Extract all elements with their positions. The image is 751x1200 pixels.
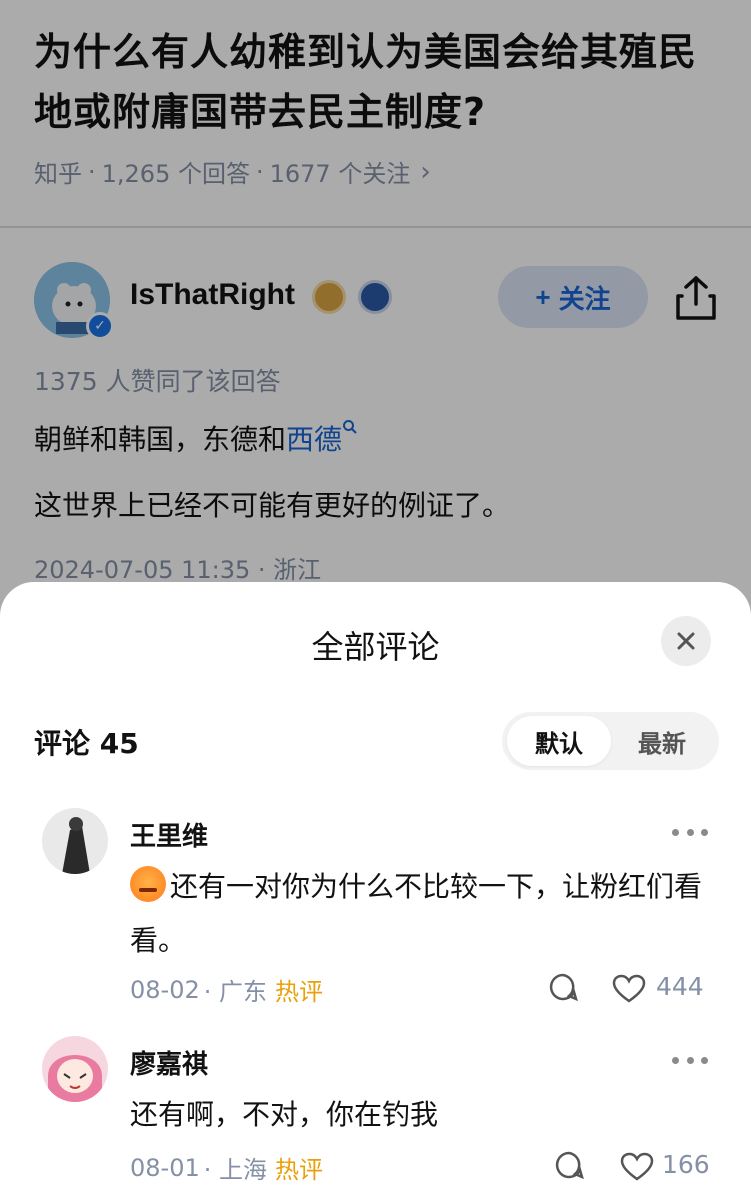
close-icon (677, 632, 695, 650)
comments-count: 评论 45 (34, 727, 139, 760)
comment-meta: 08-02 · 广东 热评 (130, 972, 323, 1007)
hot-comment-badge: 热评 (275, 978, 324, 1006)
commenter-avatar[interactable] (42, 808, 108, 874)
hot-comment-badge: 热评 (275, 1156, 324, 1184)
comment-location: · 广东 (203, 978, 268, 1006)
sort-latest-tab[interactable]: 最新 (610, 716, 714, 766)
comment-date: 08-02 (130, 975, 200, 1004)
comment-text: 还有一对你为什么不比较一下，让粉红们看看。 (130, 860, 720, 968)
comment-text: 还有啊，不对，你在钓我 (130, 1098, 439, 1131)
like-count: 166 (662, 1150, 710, 1179)
more-options-icon[interactable] (672, 1054, 708, 1066)
comment-body: 还有一对你为什么不比较一下，让粉红们看看。 (130, 870, 703, 957)
like-count: 444 (656, 972, 704, 1001)
more-options-icon[interactable] (672, 826, 708, 838)
comment-meta: 08-01 · 上海 热评 (130, 1150, 323, 1185)
sort-default-tab[interactable]: 默认 (507, 716, 611, 766)
like-heart-icon[interactable] (620, 1152, 654, 1182)
angry-face-emoji (130, 866, 166, 902)
sheet-title: 全部评论 (311, 628, 440, 666)
sort-toggle: 默认 最新 (502, 712, 719, 770)
commenter-name[interactable]: 廖嘉祺 (130, 1044, 208, 1081)
comment-item: 王里维 还有一对你为什么不比较一下，让粉红们看看。 08-02 · 广东 热评 … (0, 802, 751, 1022)
comment-date: 08-01 (130, 1153, 200, 1182)
reply-icon[interactable] (548, 972, 578, 1002)
like-heart-icon[interactable] (612, 974, 646, 1004)
comment-location: · 上海 (203, 1156, 268, 1184)
commenter-name[interactable]: 王里维 (130, 816, 208, 853)
comment-item: 廖嘉祺 还有啊，不对，你在钓我 08-01 · 上海 热评 166 (0, 1030, 751, 1200)
close-button[interactable] (661, 616, 711, 666)
reply-icon[interactable] (554, 1150, 584, 1180)
commenter-avatar[interactable] (42, 1036, 108, 1102)
comments-sheet: 全部评论 评论 45 默认 最新 王里维 还有一对你为什么不比较一下，让粉红们看… (0, 582, 751, 1200)
